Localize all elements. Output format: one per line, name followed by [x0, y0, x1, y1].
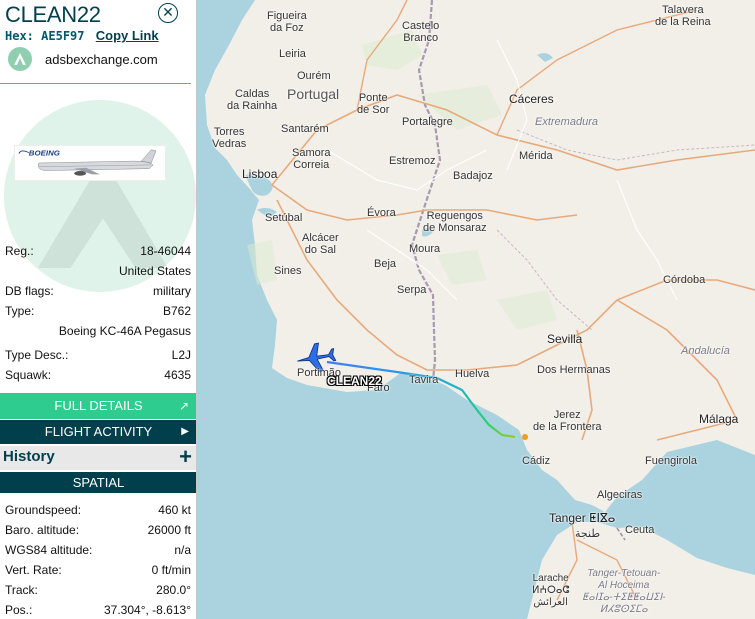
place-label: Larache ⵍⵄⵔⴰⵛ العرائش: [532, 573, 570, 608]
callsign-title: CLEAN22: [5, 2, 101, 27]
place-label: Málaga: [699, 412, 739, 426]
place-label: Leiria: [279, 48, 306, 60]
place-label: Alcácer do Sal: [302, 232, 339, 256]
place-label: Ponte de Sor: [357, 92, 390, 116]
aircraft-map-label[interactable]: CLEAN22: [327, 374, 382, 388]
adsbx-link-text: adsbexchange.com: [45, 51, 158, 67]
spatial-section-header: SPATIAL: [0, 472, 196, 493]
place-label: Jerez de la Frontera: [533, 409, 602, 433]
spatial-row: Groundspeed: 460 kt: [5, 503, 191, 517]
detail-row: United States: [118, 264, 191, 278]
place-label: Cáceres: [509, 92, 554, 106]
copy-link-button[interactable]: Copy Link: [96, 28, 159, 43]
hex-row: Hex: AE5F97 Copy Link: [5, 28, 159, 43]
aircraft-photo[interactable]: BOEING: [14, 145, 166, 181]
region-label: Extremadura: [535, 116, 598, 128]
place-label: طنجة: [575, 528, 601, 540]
place-label: Ceuta: [625, 524, 655, 536]
spatial-row: WGS84 altitude: n/a: [5, 543, 191, 557]
place-label: Córdoba: [663, 274, 706, 286]
map-view[interactable]: Figueira da Foz Castelo Branco Talavera …: [197, 0, 755, 619]
place-label: Dos Hermanas: [537, 364, 611, 376]
flight-activity-button[interactable]: FLIGHT ACTIVITY ▶: [0, 420, 196, 444]
adsbx-logo-icon: [8, 47, 32, 71]
place-label: Lisboa: [242, 167, 278, 181]
place-label: Serpa: [397, 284, 427, 296]
place-label: Figueira da Foz: [267, 10, 307, 34]
place-label: Talavera de la Reina: [655, 4, 711, 28]
track-end-marker: [522, 434, 528, 440]
place-label: Setúbal: [265, 212, 303, 224]
close-icon[interactable]: ✕: [158, 3, 178, 23]
place-label: Badajoz: [453, 170, 493, 182]
aircraft-sidebar: CLEAN22 ✕ Hex: AE5F97 Copy Link adsbexch…: [0, 0, 197, 619]
place-label: Santarém: [281, 123, 329, 135]
place-label: Évora: [367, 207, 396, 219]
hex-value: AE5F97: [41, 29, 85, 43]
spatial-row: Vert. Rate: 0 ft/min: [5, 563, 191, 577]
place-label: Reguengos de Monsaraz: [423, 210, 487, 234]
detail-row: Type Desc.: L2J: [5, 348, 191, 362]
history-section-header[interactable]: History +: [0, 444, 196, 470]
place-label: Caldas da Rainha: [227, 88, 278, 112]
place-label: Portalegre: [402, 116, 453, 128]
detail-row: Boeing KC-46A Pegasus: [58, 324, 191, 338]
place-label: Beja: [374, 258, 397, 270]
spatial-row: Track: 280.0°: [5, 583, 191, 597]
place-label: Cádiz: [522, 455, 551, 467]
spatial-row: Baro. altitude: 26000 ft: [5, 523, 191, 537]
full-details-button[interactable]: FULL DETAILS ↗: [0, 393, 196, 419]
place-label: Samora Correia: [292, 147, 331, 171]
place-label: Fuengirola: [645, 455, 697, 467]
region-label: Andalucía: [681, 345, 730, 357]
place-label: Castelo Branco: [402, 20, 440, 44]
external-link-icon: ↗: [178, 399, 189, 413]
history-label: History: [3, 448, 55, 465]
place-label: Sevilla: [547, 332, 583, 346]
boeing-logo-text: BOEING: [29, 149, 60, 158]
place-label: Moura: [409, 243, 441, 255]
chevron-right-icon: ▶: [181, 426, 189, 437]
detail-row: Reg.: 18-46044: [5, 244, 191, 258]
place-label: Sines: [274, 265, 302, 277]
place-label: Tavira: [409, 374, 439, 386]
place-label: Algeciras: [597, 489, 643, 501]
place-label: Torres Vedras: [212, 126, 247, 150]
detail-row: DB flags: military: [5, 284, 191, 298]
expand-plus-icon[interactable]: +: [179, 444, 192, 470]
place-label: Estremoz: [389, 155, 436, 167]
divider: [0, 83, 191, 84]
adsbx-link[interactable]: adsbexchange.com: [8, 46, 158, 72]
map-canvas: [197, 0, 755, 619]
place-label: Tanger ⵟⵏⴵⴰ: [549, 511, 616, 525]
place-label: Ourém: [297, 70, 331, 82]
detail-row: Type: B762: [5, 304, 191, 318]
detail-row: Squawk: 4635: [5, 368, 191, 382]
place-label: Mérida: [519, 150, 553, 162]
place-label: Huelva: [455, 368, 490, 380]
country-label: Portugal: [287, 86, 340, 102]
region-label: Tanger-Tetouan- Al Hoceima ⵟⴰⵏⵊⴰ-ⵜⵉⵟⵟⴰⵡⵉ…: [582, 568, 666, 615]
hex-label: Hex:: [5, 29, 34, 43]
spatial-row: Pos.: 37.304°, -8.613°: [5, 603, 191, 617]
